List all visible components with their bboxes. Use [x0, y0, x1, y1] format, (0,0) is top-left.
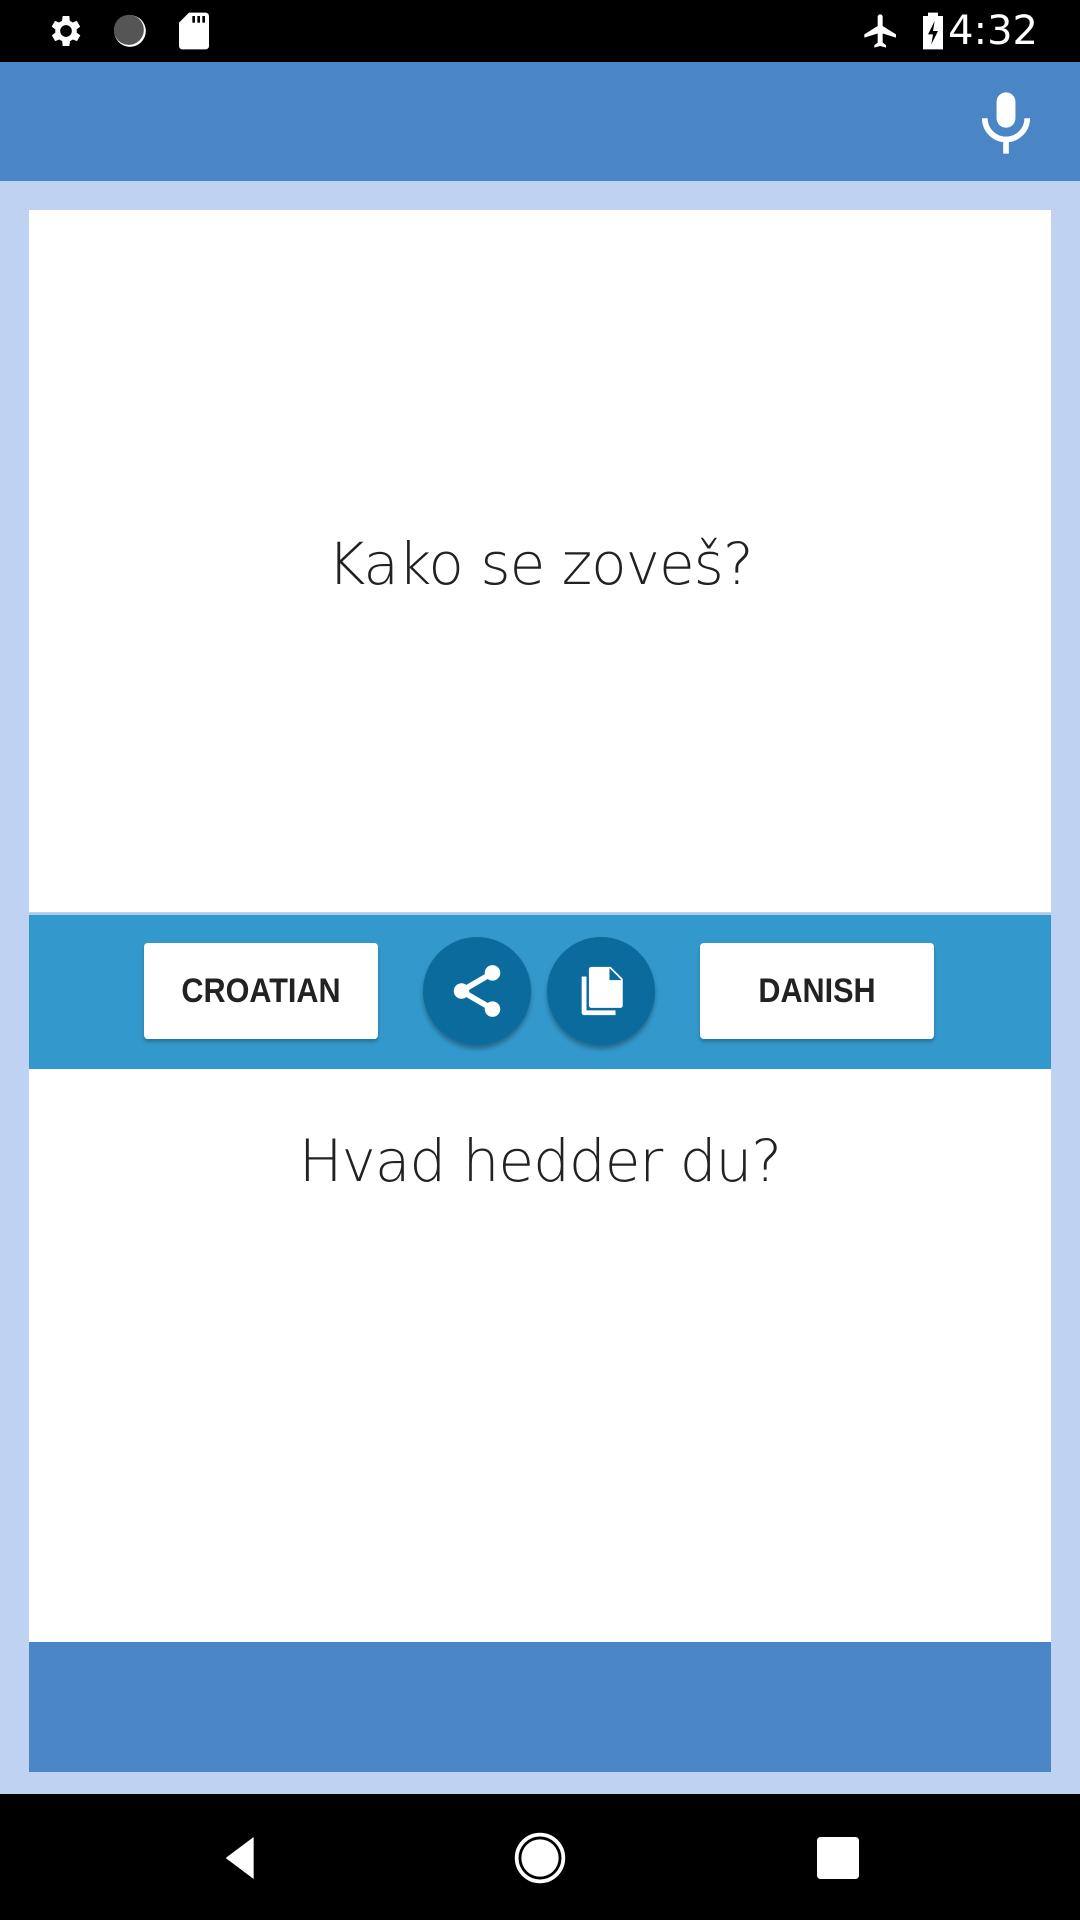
gear-icon: [51, 16, 81, 46]
target-text: Hvad hedder du?: [298, 1127, 782, 1195]
source-text: Kako se zoveš?: [327, 530, 753, 598]
footer-banner: [29, 1642, 1051, 1772]
source-language-label: CROATIAN: [181, 971, 341, 1010]
clock: 4:32: [948, 8, 1038, 54]
back-icon[interactable]: [214, 1830, 270, 1886]
language-toolbar: CROATIAN DANISH: [29, 913, 1051, 1071]
sync-progress-icon: [113, 14, 146, 47]
status-bar: 4:32: [0, 0, 1080, 62]
microphone-icon[interactable]: [976, 90, 1036, 156]
source-language-button[interactable]: CROATIAN: [144, 943, 378, 1039]
home-icon[interactable]: [512, 1830, 568, 1886]
airplane-mode-icon: [864, 14, 896, 48]
share-button[interactable]: [423, 937, 531, 1045]
target-language-label: DANISH: [758, 971, 876, 1010]
share-icon: [453, 965, 501, 1017]
target-language-button[interactable]: DANISH: [700, 943, 934, 1039]
target-text-panel[interactable]: Hvad hedder du?: [29, 1069, 1051, 1642]
recents-icon[interactable]: [810, 1830, 866, 1886]
battery-charging-icon: [923, 12, 943, 50]
app-bar: [0, 62, 1080, 181]
navigation-bar: [0, 1794, 1080, 1920]
copy-button[interactable]: [547, 937, 655, 1045]
copy-icon: [581, 966, 623, 1016]
sd-card-icon: [179, 12, 209, 50]
source-text-panel[interactable]: Kako se zoveš?: [29, 210, 1051, 912]
